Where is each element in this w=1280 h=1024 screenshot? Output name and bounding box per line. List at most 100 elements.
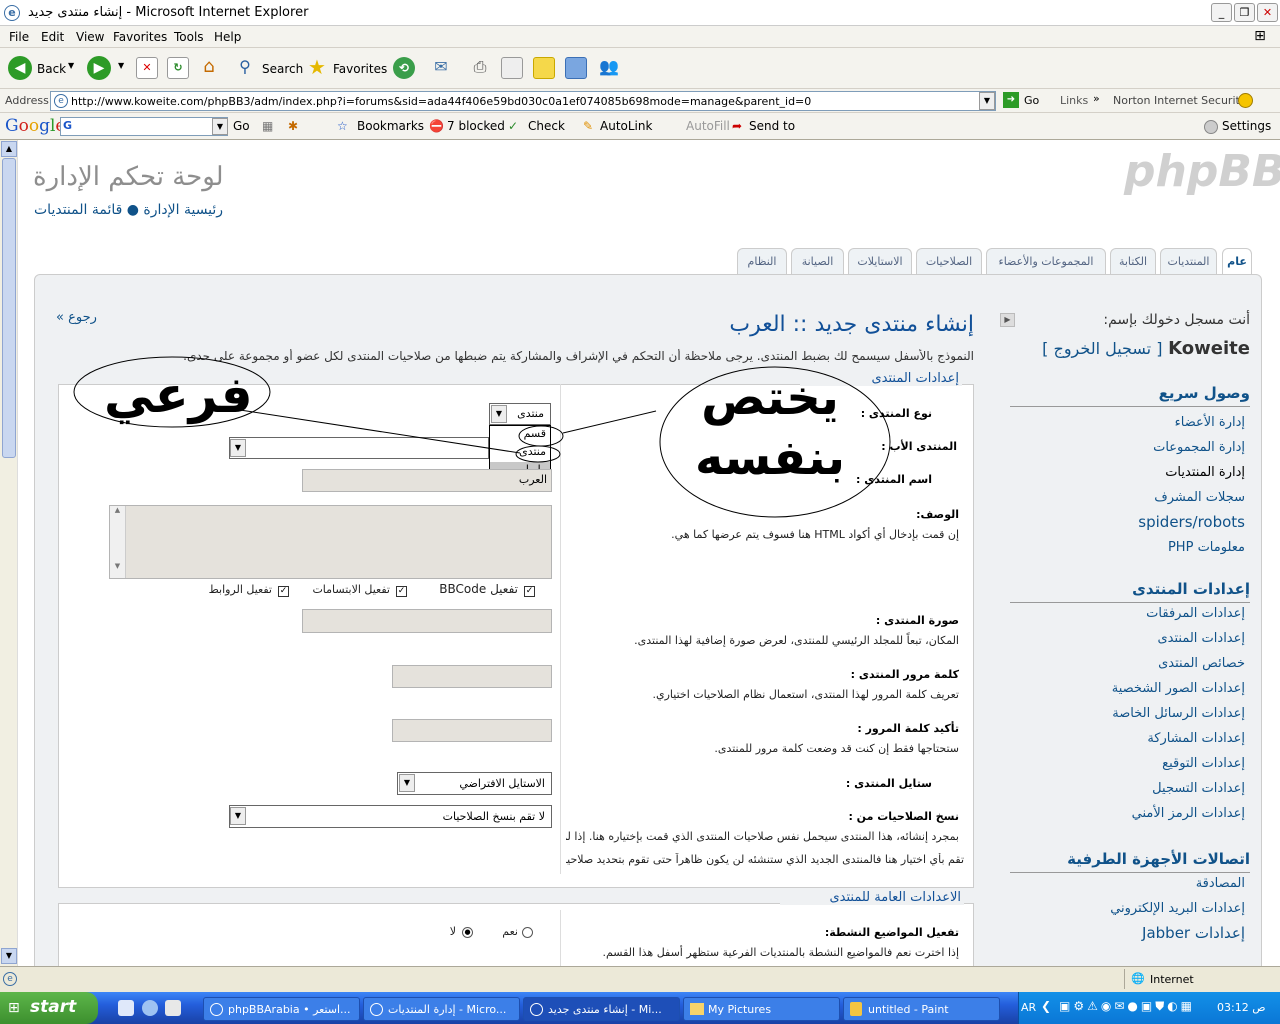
spellcheck-icon[interactable]: ✓	[508, 119, 518, 133]
search-icon[interactable]: ⚲	[234, 57, 256, 79]
autofill-button: AutoFill	[686, 119, 730, 133]
settings-icon[interactable]	[1204, 120, 1218, 134]
task-my-pictures[interactable]: My Pictures	[683, 997, 840, 1021]
address-dropdown-icon[interactable]: ▼	[979, 92, 995, 110]
forward-dropdown-icon[interactable]: ▼	[118, 61, 124, 70]
address-label: Address	[5, 94, 49, 107]
menu-help[interactable]: Help	[214, 30, 241, 44]
ie-icon: e	[4, 5, 20, 21]
google-g-icon: G	[63, 119, 73, 132]
tray-expand-icon[interactable]: ❮	[1041, 999, 1051, 1013]
bookmarks-button[interactable]: Bookmarks	[357, 119, 424, 133]
google-toolbar: Google G ▼ Go ▦ ✱ ☆ Bookmarks ⛔ 7 blocke…	[0, 113, 1280, 140]
task-ie-icon-1	[210, 1003, 223, 1016]
check-button[interactable]: Check	[528, 119, 565, 133]
page-icon: e	[54, 94, 68, 108]
edit-icon[interactable]	[501, 57, 523, 79]
standard-toolbar: ◀ Back ▼ ▶ ▼ ✕ ↻ ⌂ ⚲ Search ★ Favorites …	[0, 48, 1280, 89]
google-search-input[interactable]	[60, 117, 228, 136]
print-icon[interactable]: ⎙	[469, 57, 491, 79]
task-ie-icon-3	[530, 1003, 543, 1016]
annotation-overlay	[73, 356, 891, 518]
sendto-button[interactable]: Send to	[749, 119, 795, 133]
task-paint-icon	[850, 1002, 862, 1016]
autolink-icon[interactable]: ✎	[583, 119, 593, 133]
google-logo: Google	[5, 116, 65, 136]
vertical-scrollbar[interactable]: ▲ ▼	[0, 140, 18, 966]
task-folder-icon	[690, 1003, 704, 1015]
annotation-selfcontained-text: يختص بنفسه	[680, 368, 860, 488]
annotation-selfcontained-line1: يختص	[701, 370, 839, 426]
annotation-selfcontained-line2: بنفسه	[694, 430, 846, 486]
status-bar: e 🌐 Internet	[0, 966, 1280, 992]
sendto-icon[interactable]: ➦	[732, 119, 742, 133]
language-indicator[interactable]: AR	[1021, 1001, 1036, 1014]
go-arrow-icon[interactable]: ➜	[1003, 92, 1019, 108]
google-go-button[interactable]: Go	[233, 119, 250, 133]
back-dropdown-icon[interactable]: ▼	[68, 61, 74, 70]
annotation-subforum-text: فرعي	[104, 366, 253, 424]
notes-icon[interactable]	[533, 57, 555, 79]
menu-favorites[interactable]: Favorites	[113, 30, 167, 44]
internet-zone-label: Internet	[1150, 973, 1194, 986]
back-arrow-icon[interactable]: ◀	[8, 56, 32, 80]
annotation-ellipse-category	[518, 425, 564, 447]
links-button[interactable]: Links	[1060, 94, 1088, 107]
messenger-icon[interactable]	[565, 57, 587, 79]
stop-icon[interactable]: ✕	[136, 57, 158, 79]
task-manage-forums[interactable]: إدارة المنتديات - Micro...	[363, 997, 520, 1021]
menu-edit[interactable]: Edit	[41, 30, 64, 44]
system-tray: AR ❮ ▣⚙⚠◉✉●▣⛊◐▦ 03:12 ص	[1018, 992, 1280, 1024]
favorites-button[interactable]: Favorites	[333, 62, 387, 76]
title-bar: e إنشاء منتدى جديد - Microsoft Internet …	[0, 0, 1280, 26]
forward-arrow-icon[interactable]: ▶	[87, 56, 111, 80]
google-news-icon[interactable]: ▦	[262, 119, 273, 133]
maximize-button[interactable]: ❐	[1234, 3, 1255, 22]
task-phpbbarabia[interactable]: phpBBArabia • استعر...	[203, 997, 360, 1021]
links-chevron-icon[interactable]: »	[1093, 92, 1100, 105]
annotation-line-left	[239, 409, 521, 454]
scroll-down-icon[interactable]: ▼	[1, 948, 17, 964]
scroll-up-icon[interactable]: ▲	[1, 141, 17, 157]
address-bar: Address http://www.koweite.com/phpBB3/ad…	[0, 89, 1280, 113]
scroll-thumb[interactable]	[2, 158, 16, 458]
clock: 03:12 ص	[1217, 1001, 1266, 1014]
minimize-button[interactable]: _	[1211, 3, 1232, 22]
go-button[interactable]: Go	[1024, 94, 1039, 107]
task-ie-icon-2	[370, 1003, 383, 1016]
autolink-button[interactable]: AutoLink	[600, 119, 652, 133]
favorites-star-icon[interactable]: ★	[306, 57, 328, 79]
menu-view[interactable]: View	[76, 30, 104, 44]
history-icon[interactable]: ⟲	[393, 57, 415, 79]
task-paint[interactable]: untitled - Paint	[843, 997, 1000, 1021]
popup-blocked-icon: ⛔	[429, 119, 444, 133]
status-page-icon: e	[3, 972, 17, 986]
norton-button[interactable]: Norton Internet Security	[1113, 94, 1246, 107]
mail-icon[interactable]: ✉	[430, 57, 452, 79]
settings-button[interactable]: Settings	[1222, 119, 1271, 133]
popup-blocked-button[interactable]: 7 blocked	[447, 119, 505, 133]
annotation-ellipse-forum	[515, 445, 561, 463]
home-icon[interactable]: ⌂	[198, 57, 220, 79]
close-button[interactable]: ✕	[1257, 3, 1278, 22]
tray-icons[interactable]: ▣⚙⚠◉✉●▣⛊◐▦	[1059, 999, 1195, 1014]
google-puzzle-icon[interactable]: ✱	[288, 119, 298, 133]
norton-icon[interactable]	[1238, 93, 1253, 108]
refresh-icon[interactable]: ↻	[167, 57, 189, 79]
quicklaunch-ie-icon[interactable]	[142, 1000, 158, 1016]
google-search-dropdown-icon[interactable]: ▼	[212, 118, 228, 135]
window-title: إنشاء منتدى جديد - Microsoft Internet Ex…	[28, 5, 309, 20]
internet-zone-icon: 🌐	[1131, 972, 1145, 985]
back-button[interactable]: Back	[37, 62, 66, 76]
users-icon[interactable]: 👥	[598, 57, 620, 79]
annotation-line-right	[562, 410, 657, 434]
bookmarks-star-icon[interactable]: ☆	[337, 119, 348, 133]
quicklaunch-explorer-icon[interactable]	[118, 1000, 134, 1016]
menu-file[interactable]: File	[9, 30, 29, 44]
menu-tools[interactable]: Tools	[174, 30, 204, 44]
address-input[interactable]: http://www.koweite.com/phpBB3/adm/index.…	[50, 91, 996, 111]
search-button[interactable]: Search	[262, 62, 303, 76]
task-create-forum[interactable]: إنشاء منتدى جديد - Mi...	[523, 997, 680, 1021]
quicklaunch-desktop-icon[interactable]	[165, 1000, 181, 1016]
page-viewport: لوحة تحكم الإدارة phpBB رئيسية الإدارة ●…	[0, 140, 1280, 966]
